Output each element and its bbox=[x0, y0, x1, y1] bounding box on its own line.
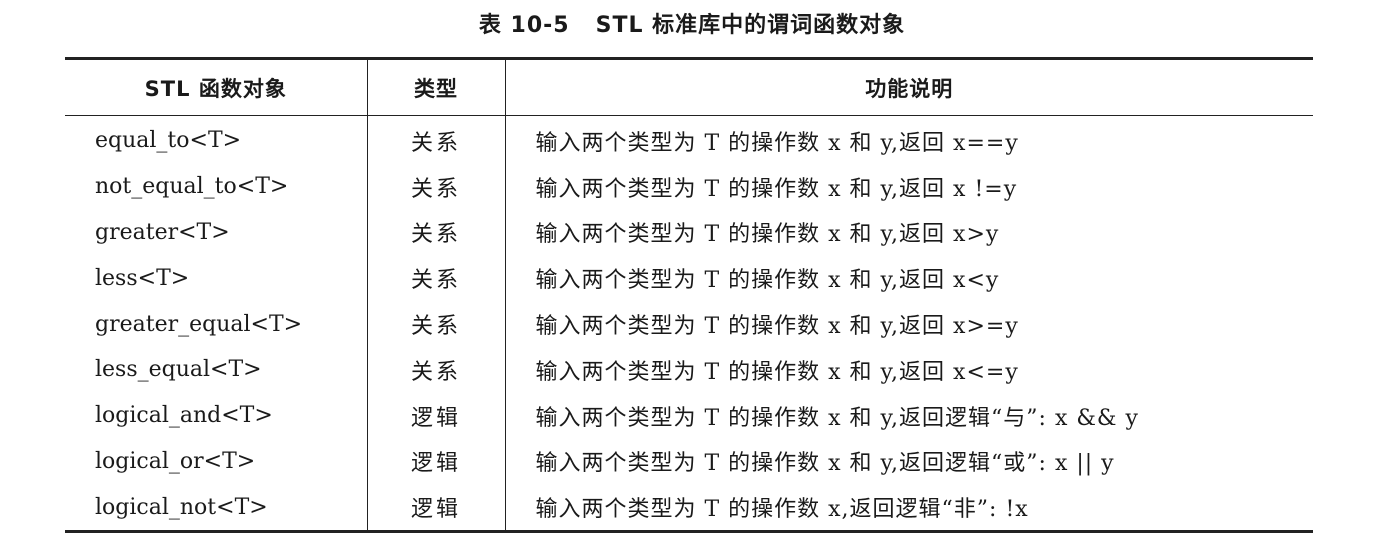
function-name-cell: not_equal_to<T> bbox=[95, 174, 289, 200]
function-name-cell: equal_to<T> bbox=[95, 128, 242, 154]
type-cell: 逻辑 bbox=[366, 438, 505, 485]
type-cell: 关系 bbox=[366, 115, 505, 164]
table-number: 表 10-5 bbox=[478, 13, 570, 38]
function-name-cell: less<T> bbox=[95, 265, 190, 291]
table-row: less<T> 关系 输入两个类型为 T 的操作数 x 和 y,返回 x<y bbox=[65, 255, 1313, 302]
header-function-object: STL 函数对象 bbox=[65, 58, 367, 116]
description-cell: 输入两个类型为 T 的操作数 x 和 y,返回逻辑“或”: x || y bbox=[504, 438, 1313, 485]
predicate-function-table: STL 函数对象 类型 功能说明 equal_to<T> 关系 输入两个类型为 … bbox=[65, 57, 1313, 534]
description-cell: 输入两个类型为 T 的操作数 x 和 y,返回 x !=y bbox=[504, 163, 1313, 210]
table-row: logical_or<T> 逻辑 输入两个类型为 T 的操作数 x 和 y,返回… bbox=[65, 438, 1313, 485]
function-name-cell: greater_equal<T> bbox=[95, 311, 303, 337]
type-cell: 关系 bbox=[366, 346, 505, 393]
table-caption: 表 10-5 STL 标准库中的谓词函数对象 bbox=[0, 10, 1384, 42]
table-row: greater<T> 关系 输入两个类型为 T 的操作数 x 和 y,返回 x>… bbox=[65, 209, 1313, 256]
description-cell: 输入两个类型为 T 的操作数 x 和 y,返回 x==y bbox=[504, 115, 1313, 164]
table-row: logical_not<T> 逻辑 输入两个类型为 T 的操作数 x,返回逻辑“… bbox=[65, 484, 1313, 532]
table-row: greater_equal<T> 关系 输入两个类型为 T 的操作数 x 和 y… bbox=[65, 301, 1313, 347]
type-cell: 逻辑 bbox=[366, 484, 505, 532]
type-cell: 关系 bbox=[366, 209, 505, 256]
header-description: 功能说明 bbox=[504, 58, 1313, 116]
function-name-cell: logical_and<T> bbox=[95, 403, 273, 429]
type-cell: 关系 bbox=[366, 301, 505, 347]
header-type: 类型 bbox=[366, 58, 505, 116]
table-row: not_equal_to<T> 关系 输入两个类型为 T 的操作数 x 和 y,… bbox=[65, 163, 1313, 210]
description-cell: 输入两个类型为 T 的操作数 x 和 y,返回逻辑“与”: x && y bbox=[504, 392, 1313, 439]
table-row: logical_and<T> 逻辑 输入两个类型为 T 的操作数 x 和 y,返… bbox=[65, 392, 1313, 439]
header-row: STL 函数对象 类型 功能说明 bbox=[65, 58, 1313, 116]
type-cell: 逻辑 bbox=[366, 392, 505, 439]
description-cell: 输入两个类型为 T 的操作数 x 和 y,返回 x>y bbox=[504, 209, 1313, 256]
table-row: equal_to<T> 关系 输入两个类型为 T 的操作数 x 和 y,返回 x… bbox=[65, 115, 1313, 164]
description-cell: 输入两个类型为 T 的操作数 x 和 y,返回 x<y bbox=[504, 255, 1313, 302]
function-name-cell: logical_or<T> bbox=[95, 448, 256, 474]
function-name-cell: greater<T> bbox=[95, 219, 230, 245]
type-cell: 关系 bbox=[366, 255, 505, 302]
description-cell: 输入两个类型为 T 的操作数 x 和 y,返回 x<=y bbox=[504, 346, 1313, 393]
function-name-cell: less_equal<T> bbox=[95, 357, 262, 383]
description-cell: 输入两个类型为 T 的操作数 x,返回逻辑“非”: !x bbox=[504, 484, 1313, 532]
function-name-cell: logical_not<T> bbox=[95, 494, 268, 520]
table-row: less_equal<T> 关系 输入两个类型为 T 的操作数 x 和 y,返回… bbox=[65, 346, 1313, 393]
table-title: STL 标准库中的谓词函数对象 bbox=[595, 13, 906, 38]
description-cell: 输入两个类型为 T 的操作数 x 和 y,返回 x>=y bbox=[504, 301, 1313, 347]
type-cell: 关系 bbox=[366, 163, 505, 210]
